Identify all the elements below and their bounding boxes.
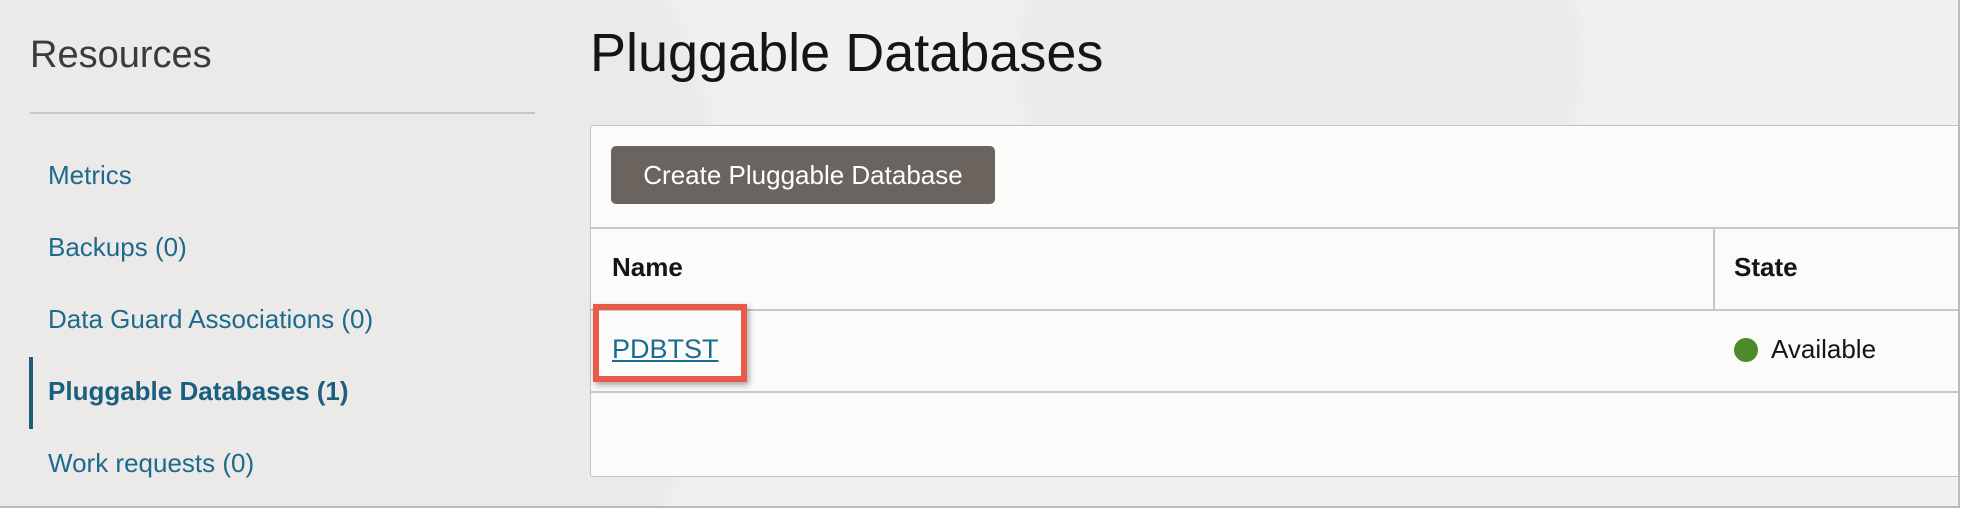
sidebar-divider <box>30 112 535 114</box>
sidebar-item-metrics[interactable]: Metrics <box>48 160 132 191</box>
active-item-indicator <box>29 357 33 429</box>
screenshot-frame: Resources Metrics Backups (0) Data Guard… <box>0 0 1960 508</box>
sidebar-title: Resources <box>30 34 212 76</box>
sidebar-item-data-guard-associations[interactable]: Data Guard Associations (0) <box>48 304 373 335</box>
column-header-name[interactable]: Name <box>612 252 683 283</box>
pdb-name-link[interactable]: PDBTST <box>612 334 719 365</box>
create-pluggable-database-button[interactable]: Create Pluggable Database <box>611 146 995 204</box>
column-divider <box>1713 228 1715 309</box>
table-row: PDBTST Available <box>591 304 1958 391</box>
column-header-state[interactable]: State <box>1734 252 1798 283</box>
state-text: Available <box>1771 334 1877 364</box>
pluggable-databases-panel: Create Pluggable Database Name State PDB… <box>590 125 1958 477</box>
row-bottom-border <box>591 391 1958 393</box>
table-header-row: Name State <box>591 228 1958 309</box>
page-title: Pluggable Databases <box>590 23 1104 83</box>
sidebar-item-pluggable-databases[interactable]: Pluggable Databases (1) <box>48 376 349 407</box>
sidebar-item-work-requests[interactable]: Work requests (0) <box>48 448 254 479</box>
sidebar-item-backups[interactable]: Backups (0) <box>48 232 187 263</box>
state-available-dot-icon <box>1734 338 1758 362</box>
